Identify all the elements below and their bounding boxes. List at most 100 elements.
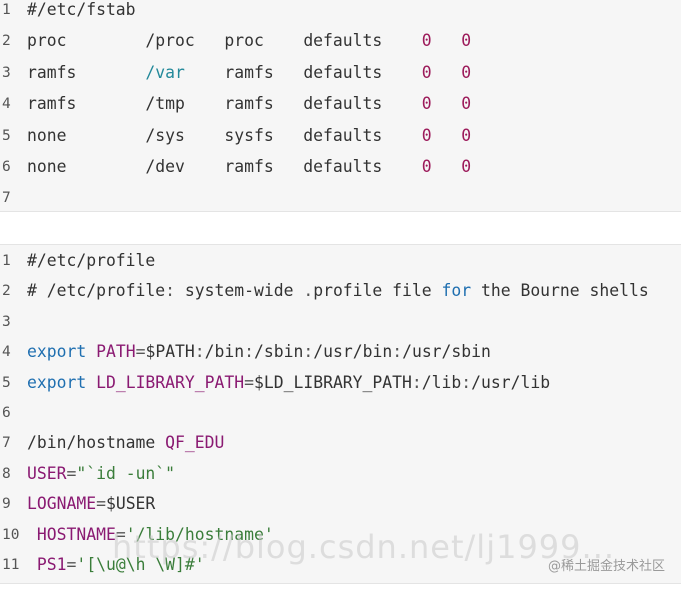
code-line: 6: [0, 399, 681, 427]
code-text: export PATH=$PATH:/bin:/sbin:/usr/bin:/u…: [27, 338, 491, 366]
code-token: /usr/bin: [313, 342, 393, 362]
line-number: 11: [2, 557, 20, 573]
code-token: "`id -un`": [76, 463, 176, 483]
line-number: 1: [2, 2, 11, 18]
code-token: QF_EDU: [165, 433, 225, 453]
code-token: :: [303, 342, 314, 362]
code-token: =: [135, 342, 146, 362]
code-text: # /etc/profile: system-wide .profile fil…: [27, 277, 649, 305]
code-token: LOGNAME: [27, 494, 97, 514]
watermark-url: https://blog.csdn.net/lj1999...: [112, 528, 616, 566]
code-text: /bin/hostname QF_EDU: [27, 429, 224, 457]
code-text: proc /proc proc defaults 0 0: [27, 27, 471, 55]
code-token: ramfs defaults: [184, 62, 422, 82]
code-token: PATH: [96, 342, 136, 362]
code-token: 0: [421, 125, 432, 145]
code-token: /bin: [204, 342, 245, 362]
code-line: 2 # /etc/profile: system-wide .profile fi…: [0, 277, 681, 305]
code-token: :: [461, 372, 472, 392]
code-token: proc defaults: [224, 31, 422, 51]
code-token: =: [66, 555, 77, 574]
code-line: 5 export LD_LIBRARY_PATH=$LD_LIBRARY_PATH…: [0, 369, 681, 397]
code-token: LD_LIBRARY_PATH: [96, 372, 245, 392]
code-token: for: [441, 281, 472, 301]
code-token: 0: [461, 125, 472, 145]
code-token: none /sys sysfs defaults: [27, 125, 422, 145]
line-number: 5: [2, 374, 11, 391]
code-token: 0: [461, 94, 472, 114]
code-token: HOSTNAME: [36, 524, 116, 544]
code-line: 9 LOGNAME=$USER: [0, 490, 681, 518]
code-line: 7: [0, 184, 681, 211]
code-token: :: [165, 281, 176, 301]
code-token: #/etc/profile: [27, 251, 156, 270]
code-token: 0: [421, 157, 432, 176]
code-token: =: [66, 463, 77, 483]
line-number: 4: [2, 344, 11, 361]
line-number: 7: [2, 190, 11, 207]
code-text: LOGNAME=$USER: [27, 490, 155, 518]
code-token: .: [303, 281, 314, 301]
code-line: 3: [0, 308, 681, 336]
code-text: #/etc/fstab: [27, 0, 136, 24]
code-line: 2 proc /proc proc defaults 0 0: [0, 27, 681, 55]
line-number: 3: [2, 64, 11, 81]
code-token: =: [96, 494, 106, 514]
code-token: 0: [461, 62, 472, 82]
code-token: ramfs: [27, 62, 146, 82]
code-token: the Bourne shells: [471, 281, 649, 301]
code-text: ramfs /tmp ramfs defaults 0 0: [27, 90, 471, 118]
code-token: 0: [461, 31, 472, 51]
code-token: export: [27, 372, 87, 392]
line-number: 6: [2, 159, 11, 175]
code-line: 4 ramfs /tmp ramfs defaults 0 0: [0, 90, 681, 118]
code-line: 1 #/etc/fstab: [0, 0, 681, 24]
code-token: profile file: [313, 281, 442, 301]
code-token: /bin/hostname: [27, 433, 166, 453]
line-number: 2: [2, 283, 11, 300]
code-line: 1 #/etc/profile: [0, 247, 681, 275]
code-line: 4 export PATH=$PATH:/bin:/sbin:/usr/bin:/…: [0, 338, 681, 366]
code-token: system-wide: [175, 281, 304, 301]
line-number: 6: [2, 405, 11, 421]
line-number: 8: [2, 465, 11, 482]
code-token: /usr/lib: [471, 372, 551, 392]
code-text: none /dev ramfs defaults 0 0: [27, 153, 471, 181]
code-token: /usr/sbin: [402, 342, 491, 362]
code-text: export LD_LIBRARY_PATH=$LD_LIBRARY_PATH:…: [27, 369, 550, 397]
code-token: :: [392, 342, 403, 362]
line-number: 7: [2, 435, 11, 452]
source-badge: @稀土掘金技术社区: [547, 559, 665, 574]
code-token: 0: [421, 31, 432, 51]
code-token: /proc: [66, 31, 225, 51]
line-number: 1: [2, 253, 11, 269]
code-text: none /sys sysfs defaults 0 0: [27, 122, 471, 150]
code-line: 3 ramfs /var ramfs defaults 0 0: [0, 59, 681, 87]
code-token: ramfs /tmp ramfs defaults: [27, 94, 422, 114]
code-token: 0: [421, 62, 432, 82]
code-line: 6 none /dev ramfs defaults 0 0: [0, 153, 681, 181]
code-text: #/etc/profile: [27, 247, 155, 275]
code-token: :: [411, 372, 422, 392]
code-line: 7/bin/hostname QF_EDU: [0, 429, 681, 457]
code-token: /lib: [421, 372, 462, 392]
line-number: 2: [2, 33, 11, 50]
code-token: 0: [461, 157, 472, 176]
code-text: USER="`id -un`": [27, 460, 175, 488]
code-token: :: [194, 342, 205, 362]
code-block-fstab: 1 #/etc/fstab 2 proc /proc proc defaults 0 …: [0, 0, 681, 212]
code-token: $LD_LIBRARY_PATH: [254, 372, 412, 392]
line-number: 4: [2, 96, 11, 113]
line-number: 3: [2, 313, 11, 330]
code-token: USER: [27, 463, 67, 483]
code-line: 5 none /sys sysfs defaults 0 0: [0, 122, 681, 150]
code-line: 8 USER="`id -un`": [0, 460, 681, 488]
code-token: # /etc/profile: [27, 281, 166, 301]
